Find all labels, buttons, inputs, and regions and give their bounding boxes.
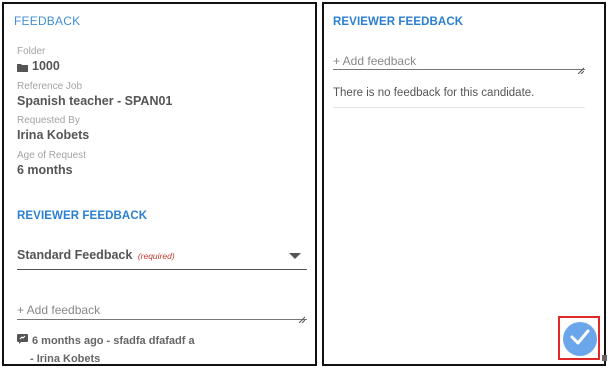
requested-by-value: Irina Kobets xyxy=(17,128,90,142)
chevron-down-icon[interactable] xyxy=(289,253,301,259)
folder-label: Folder xyxy=(17,46,46,57)
resize-corner xyxy=(602,355,607,361)
age-of-request-label: Age of Request xyxy=(17,150,86,161)
age-of-request-field: Age of Request 6 months xyxy=(17,150,86,178)
reference-job-field: Reference Job Spanish teacher - SPAN01 xyxy=(17,81,172,109)
comment-flag-icon xyxy=(17,334,28,347)
add-feedback-input[interactable] xyxy=(17,300,307,320)
age-of-request-value: 6 months xyxy=(17,163,73,177)
required-indicator: (required) xyxy=(137,251,175,261)
submit-highlight xyxy=(558,316,600,360)
requested-by-field: Requested By Irina Kobets xyxy=(17,115,89,143)
reviewer-feedback-title: REVIEWER FEEDBACK xyxy=(333,16,464,28)
reference-job-value: Spanish teacher - SPAN01 xyxy=(17,94,173,108)
requested-by-label: Requested By xyxy=(17,115,80,126)
folder-icon xyxy=(17,63,28,72)
divider xyxy=(333,107,585,108)
add-feedback-input[interactable] xyxy=(333,52,585,70)
feedback-panel: FEEDBACK Folder 1000 Reference Job Spani… xyxy=(2,2,317,366)
submit-button[interactable] xyxy=(563,322,597,356)
empty-feedback-message: There is no feedback for this candidate. xyxy=(333,87,535,99)
comment-text: 6 months ago - sfadfa dfafadf a xyxy=(32,334,195,347)
folder-value: 1000 xyxy=(32,59,60,73)
reviewer-feedback-title: REVIEWER FEEDBACK xyxy=(17,210,148,222)
folder-field: Folder 1000 xyxy=(17,46,60,74)
feedback-type-select[interactable]: Standard Feedback (required) xyxy=(17,236,307,270)
reviewer-feedback-panel: REVIEWER FEEDBACK There is no feedback f… xyxy=(322,2,606,366)
comment-author: - Irina Kobets xyxy=(30,353,101,365)
feedback-comment: 6 months ago - sfadfa dfafadf a - Irina … xyxy=(17,334,195,365)
resize-grip-icon[interactable] xyxy=(577,61,585,75)
feedback-type-value: Standard Feedback xyxy=(17,248,133,262)
reference-job-label: Reference Job xyxy=(17,81,83,92)
resize-grip-icon[interactable] xyxy=(298,310,306,324)
panel-header: FEEDBACK xyxy=(14,14,81,28)
checkmark-icon xyxy=(570,329,590,350)
